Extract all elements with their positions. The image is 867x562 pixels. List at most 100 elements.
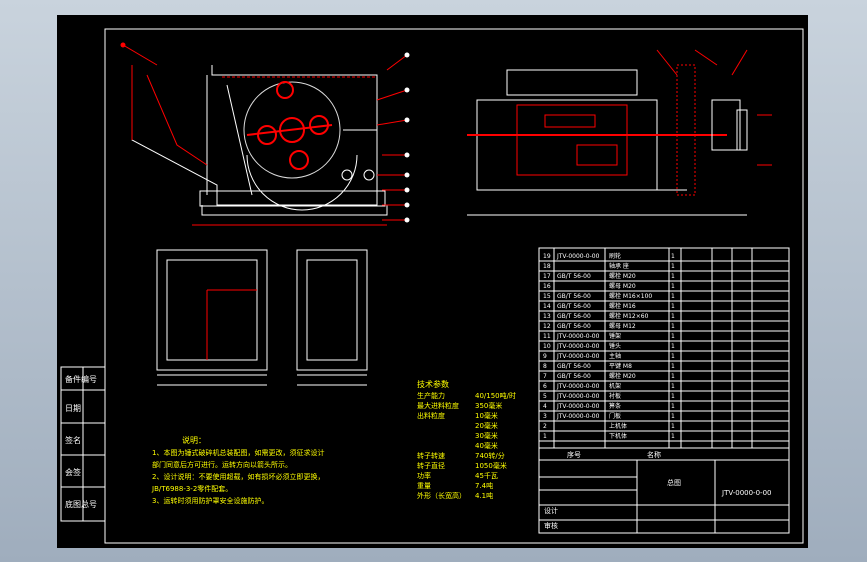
table-cell-q: 1 xyxy=(671,393,675,400)
notes-title: 说明： xyxy=(182,435,206,445)
table-cell-q: 1 xyxy=(671,363,675,370)
strip-label-2: 签名 xyxy=(65,435,81,445)
table-cell-name: 螺栓 M16 xyxy=(609,302,636,310)
table-cell-n: 19 xyxy=(543,253,551,260)
note-line: JB/T6988-3-2零件配套。 xyxy=(151,484,232,493)
strip-label-1: 日期 xyxy=(65,404,81,413)
table-cell-name: 下机体 xyxy=(609,432,627,440)
spec-value: 40毫米 xyxy=(475,441,498,450)
table-cell-n: 9 xyxy=(543,353,547,360)
table-cell-name: 平键 M8 xyxy=(609,362,632,370)
table-cell-n: 17 xyxy=(543,273,551,280)
table-cell-code: GB/T 56-00 xyxy=(557,293,591,300)
note-line: 3、运转时须用防护罩安全设施防护。 xyxy=(152,496,268,505)
table-cell-name: 衬板 xyxy=(609,392,621,400)
spec-value: 30毫米 xyxy=(475,431,498,440)
drawing-sheet: 备件编号 日期 签名 会签 底图总号 19 JTV-0000-0-00 刷轮 1… xyxy=(57,15,808,548)
spec-key: 功率 xyxy=(417,471,431,480)
spec-value: 10毫米 xyxy=(475,411,498,420)
table-cell-code: JTV-0000-0-00 xyxy=(556,383,600,390)
table-cell-name: 锤头 xyxy=(609,342,621,350)
table-cell-q: 1 xyxy=(671,433,675,440)
spec-key: 出料粒度 xyxy=(417,411,445,420)
spec-value: 1050毫米 xyxy=(475,461,507,470)
tb-row3-0: 审核 xyxy=(544,521,558,530)
table-cell-name: 刷轮 xyxy=(609,252,621,260)
strip-label-3: 会签 xyxy=(65,467,81,477)
note-line: 部门同意后方可进行。运转方向以箭头所示。 xyxy=(152,460,292,469)
table-header-2: 名称 xyxy=(647,450,661,459)
spec-value: 40/150吨/时 xyxy=(475,391,516,400)
spec-key: 生产能力 xyxy=(417,391,445,400)
table-cell-q: 1 xyxy=(671,343,675,350)
spec-key: 转子转速 xyxy=(417,451,445,460)
table-cell-code: JTV-0000-0-00 xyxy=(556,253,600,260)
spec-title: 技术参数 xyxy=(417,379,449,389)
table-cell-n: 2 xyxy=(543,423,547,430)
table-cell-n: 3 xyxy=(543,413,547,420)
table-cell-code: GB/T 56-00 xyxy=(557,373,591,380)
table-cell-n: 6 xyxy=(543,383,547,390)
table-cell-code: GB/T 56-00 xyxy=(557,313,591,320)
spec-value: 7.4吨 xyxy=(475,481,493,490)
table-cell-code: GB/T 56-00 xyxy=(557,323,591,330)
table-cell-n: 16 xyxy=(543,283,551,290)
table-cell-q: 1 xyxy=(671,283,675,290)
table-cell-n: 10 xyxy=(543,343,551,350)
table-cell-name: 螺栓 M16×100 xyxy=(609,292,652,300)
table-cell-n: 7 xyxy=(543,373,547,380)
spec-key: 转子直径 xyxy=(417,461,445,470)
table-cell-name: 上机体 xyxy=(609,422,627,430)
tb-row2-0: 设计 xyxy=(544,506,558,515)
table-cell-n: 8 xyxy=(543,363,547,370)
cad-drawing: 备件编号 日期 签名 会签 底图总号 19 JTV-0000-0-00 刷轮 1… xyxy=(57,15,808,548)
table-cell-q: 1 xyxy=(671,253,675,260)
table-cell-code: JTV-0000-0-00 xyxy=(556,333,600,340)
spec-value: 20毫米 xyxy=(475,421,498,430)
table-cell-q: 1 xyxy=(671,303,675,310)
table-cell-n: 11 xyxy=(543,333,551,340)
table-cell-name: 螺栓 M20 xyxy=(609,372,636,380)
table-cell-name: 箅条 xyxy=(609,402,621,410)
table-cell-n: 14 xyxy=(543,303,551,310)
table-cell-n: 1 xyxy=(543,433,547,440)
table-cell-name: 机架 xyxy=(609,382,621,390)
table-cell-code: JTV-0000-0-00 xyxy=(556,343,600,350)
table-cell-code: JTV-0000-0-00 xyxy=(556,403,600,410)
table-cell-q: 1 xyxy=(671,383,675,390)
table-cell-q: 1 xyxy=(671,423,675,430)
table-cell-q: 1 xyxy=(671,313,675,320)
table-cell-code: JTV-0000-0-00 xyxy=(556,353,600,360)
table-cell-name: 锤架 xyxy=(609,332,621,340)
table-cell-name: 主轴 xyxy=(609,352,621,360)
table-cell-name: 螺栓 M12×60 xyxy=(609,312,649,320)
spec-value: 350毫米 xyxy=(475,401,502,410)
spec-key: 最大进料粒度 xyxy=(417,401,459,410)
spec-key: 重量 xyxy=(417,482,431,490)
spec-value: 4.1吨 xyxy=(475,491,493,500)
strip-label-0: 备件编号 xyxy=(65,374,97,384)
spec-value: 740转/分 xyxy=(475,451,505,460)
table-cell-code: JTV-0000-0-00 xyxy=(556,413,600,420)
table-cell-q: 1 xyxy=(671,353,675,360)
table-header-0: 序号 xyxy=(567,450,581,459)
table-cell-q: 1 xyxy=(671,373,675,380)
table-cell-name: 螺母 M20 xyxy=(609,282,636,290)
drawing-no: JTV-0000-0-00 xyxy=(721,489,771,497)
table-cell-n: 13 xyxy=(543,313,551,320)
table-cell-code: GB/T 56-00 xyxy=(557,363,591,370)
spec-key: 外形（长宽高） xyxy=(417,491,466,500)
table-cell-q: 1 xyxy=(671,293,675,300)
table-cell-code: JTV-0000-0-00 xyxy=(556,393,600,400)
table-cell-name: 门板 xyxy=(609,412,621,420)
table-cell-q: 1 xyxy=(671,273,675,280)
strip-label-4: 底图总号 xyxy=(65,499,97,509)
title-name: 总图 xyxy=(667,478,681,487)
table-cell-code: GB/T 56-00 xyxy=(557,303,591,310)
spec-value: 45千瓦 xyxy=(475,471,498,480)
table-cell-n: 15 xyxy=(543,293,551,300)
note-line: 1、本图为锤式破碎机总装配图，如需更改，须征求设计 xyxy=(152,448,324,457)
table-cell-q: 1 xyxy=(671,333,675,340)
table-cell-n: 12 xyxy=(543,323,551,330)
table-cell-name: 轴承 座 xyxy=(609,262,629,270)
